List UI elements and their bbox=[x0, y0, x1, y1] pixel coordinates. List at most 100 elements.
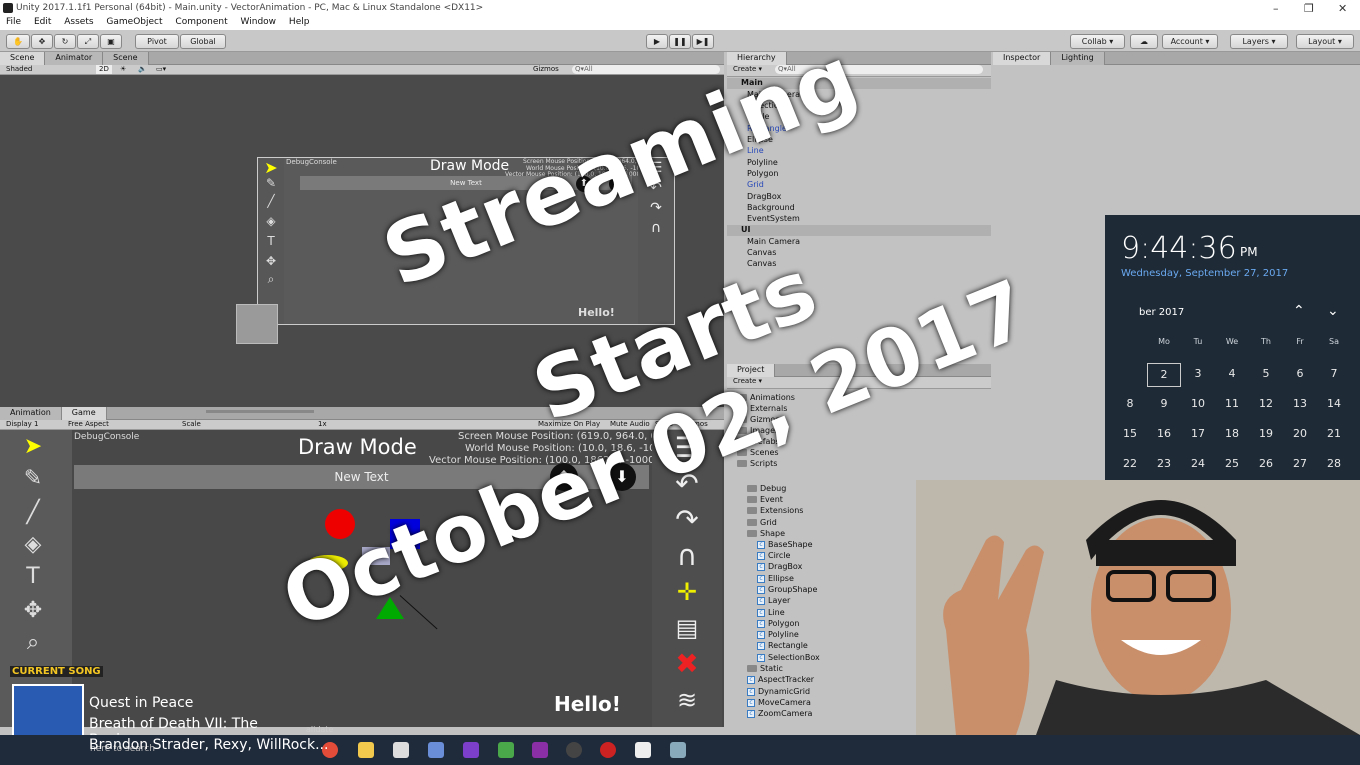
calendar-day[interactable]: 25 bbox=[1215, 457, 1249, 470]
rect-tool-button[interactable]: ▣ bbox=[100, 34, 122, 49]
calendar-day[interactable]: 12 bbox=[1249, 397, 1283, 410]
calendar-day[interactable]: 9 bbox=[1147, 397, 1181, 410]
calendar-day[interactable]: 19 bbox=[1249, 427, 1283, 440]
game-move-icon[interactable]: ✥ bbox=[20, 598, 46, 623]
project-folder[interactable]: Static bbox=[747, 664, 783, 673]
close-button[interactable]: ✕ bbox=[1338, 2, 1347, 15]
script-item[interactable]: c Polyline bbox=[757, 630, 799, 639]
script-item[interactable]: c AspectTracker bbox=[747, 675, 814, 684]
script-item[interactable]: c MoveCamera bbox=[747, 698, 811, 707]
menu-file[interactable]: File bbox=[6, 17, 21, 27]
tab-lighting[interactable]: Lighting bbox=[1051, 52, 1105, 65]
effects-toggle-icon[interactable]: ▭▾ bbox=[156, 65, 166, 74]
hierarchy-item[interactable]: Grid bbox=[747, 180, 764, 189]
script-item[interactable]: c GroupShape bbox=[757, 585, 817, 594]
calendar-day[interactable]: 15 bbox=[1113, 427, 1147, 440]
calendar-day[interactable]: 23 bbox=[1147, 457, 1181, 470]
calendar-day[interactable]: 13 bbox=[1283, 397, 1317, 410]
app-icon[interactable] bbox=[498, 742, 514, 758]
calendar-month[interactable]: ber 2017 bbox=[1139, 307, 1184, 318]
calendar-day[interactable]: 24 bbox=[1181, 457, 1215, 470]
menu-edit[interactable]: Edit bbox=[34, 17, 51, 27]
clock-date-link[interactable]: Wednesday, September 27, 2017 bbox=[1121, 268, 1288, 279]
script-item[interactable]: c SelectionBox bbox=[757, 653, 820, 662]
visual-studio-icon[interactable] bbox=[463, 742, 479, 758]
project-folder[interactable]: Shape bbox=[747, 529, 785, 538]
script-item[interactable]: c Layer bbox=[757, 596, 790, 605]
collab-button[interactable]: Collab ▾ bbox=[1070, 34, 1125, 49]
pause-button[interactable]: ❚❚ bbox=[669, 34, 691, 49]
tab-scene[interactable]: Scene bbox=[0, 52, 46, 65]
script-item[interactable]: c DragBox bbox=[757, 562, 802, 571]
calendar-day[interactable]: 26 bbox=[1249, 457, 1283, 470]
file-explorer-icon[interactable] bbox=[358, 742, 374, 758]
project-folder[interactable]: Extensions bbox=[747, 506, 803, 515]
menu-component[interactable]: Component bbox=[175, 17, 227, 27]
lighting-toggle-icon[interactable]: ☀ bbox=[120, 65, 126, 74]
script-item[interactable]: c Circle bbox=[757, 551, 790, 560]
project-folder[interactable]: Grid bbox=[747, 518, 777, 527]
hierarchy-item[interactable]: EventSystem bbox=[747, 214, 800, 223]
hierarchy-item[interactable]: Polygon bbox=[747, 169, 778, 178]
onenote-icon[interactable] bbox=[532, 742, 548, 758]
calendar-day[interactable]: 6 bbox=[1283, 367, 1317, 380]
game-layers-icon[interactable]: ≋ bbox=[652, 682, 722, 718]
calendar-day[interactable]: 14 bbox=[1317, 397, 1351, 410]
game-pencil-icon[interactable]: ✎ bbox=[20, 466, 46, 491]
tab-inspector[interactable]: Inspector bbox=[993, 52, 1052, 65]
layout-dropdown[interactable]: Layout ▾ bbox=[1296, 34, 1354, 49]
game-delete-icon[interactable]: ✖ bbox=[652, 646, 722, 682]
shading-dropdown[interactable]: Shaded bbox=[6, 65, 32, 73]
calendar-day[interactable]: 18 bbox=[1215, 427, 1249, 440]
pivot-button[interactable]: Pivot bbox=[135, 34, 179, 49]
scene-search-input[interactable]: Q▾All bbox=[572, 65, 720, 74]
menu-assets[interactable]: Assets bbox=[64, 17, 93, 27]
calendar-day[interactable]: 17 bbox=[1181, 427, 1215, 440]
cloud-button[interactable]: ☁ bbox=[1130, 34, 1158, 49]
play-button[interactable]: ▶ bbox=[646, 34, 668, 49]
aspect-dropdown[interactable]: Free Aspect bbox=[68, 420, 109, 429]
photos-icon[interactable] bbox=[635, 742, 651, 758]
menu-gameobject[interactable]: GameObject bbox=[106, 17, 162, 27]
tab-game[interactable]: Game bbox=[61, 407, 107, 420]
script-item[interactable]: c Line bbox=[757, 608, 785, 617]
calendar-day[interactable]: 4 bbox=[1215, 367, 1249, 380]
tab-animator[interactable]: Animator bbox=[45, 52, 104, 65]
project-folder[interactable]: Event bbox=[747, 495, 783, 504]
calendar-day[interactable]: 21 bbox=[1317, 427, 1351, 440]
calendar-day[interactable]: 8 bbox=[1113, 397, 1147, 410]
script-item[interactable]: c ZoomCamera bbox=[747, 709, 812, 718]
rotate-tool-button[interactable]: ↻ bbox=[54, 34, 76, 49]
script-item[interactable]: c Rectangle bbox=[757, 641, 808, 650]
calendar-day[interactable]: 10 bbox=[1181, 397, 1215, 410]
script-item[interactable]: c Ellipse bbox=[757, 574, 794, 583]
obs-icon[interactable] bbox=[566, 742, 582, 758]
calendar-day[interactable]: 3 bbox=[1181, 367, 1215, 380]
project-folder[interactable]: Debug bbox=[747, 484, 786, 493]
calendar-day[interactable]: 16 bbox=[1147, 427, 1181, 440]
gizmos-dropdown[interactable]: Gizmos bbox=[533, 65, 559, 74]
step-button[interactable]: ▶❚ bbox=[692, 34, 714, 49]
paint-icon[interactable] bbox=[428, 742, 444, 758]
tab-animation[interactable]: Animation bbox=[0, 407, 62, 420]
calendar-day-selected[interactable]: 2 bbox=[1147, 363, 1181, 387]
game-line-icon[interactable]: ╱ bbox=[20, 500, 46, 525]
misc-app-icon[interactable] bbox=[670, 742, 686, 758]
chevron-up-icon[interactable]: ⌃ bbox=[1293, 303, 1305, 319]
calendar-day[interactable]: 22 bbox=[1113, 457, 1147, 470]
unity-taskbar-icon[interactable] bbox=[393, 742, 409, 758]
minimize-button[interactable]: – bbox=[1273, 2, 1279, 15]
global-button[interactable]: Global bbox=[180, 34, 226, 49]
hierarchy-item[interactable]: Background bbox=[747, 203, 795, 212]
game-redo-icon[interactable]: ↷ bbox=[652, 502, 722, 538]
game-zoom-icon[interactable]: ⌕ bbox=[20, 630, 46, 655]
audio-toggle-icon[interactable]: 🔈 bbox=[138, 65, 147, 74]
maximize-button[interactable]: ❐ bbox=[1304, 2, 1314, 15]
chevron-down-icon[interactable]: ⌄ bbox=[1327, 303, 1339, 319]
calendar-day[interactable]: 7 bbox=[1317, 367, 1351, 380]
scale-tool-button[interactable]: ⤢ bbox=[77, 34, 99, 49]
game-fill-icon[interactable]: ◈ bbox=[20, 532, 46, 557]
calendar-day[interactable]: 11 bbox=[1215, 397, 1249, 410]
scale-slider[interactable] bbox=[206, 410, 314, 413]
calendar-day[interactable]: 20 bbox=[1283, 427, 1317, 440]
